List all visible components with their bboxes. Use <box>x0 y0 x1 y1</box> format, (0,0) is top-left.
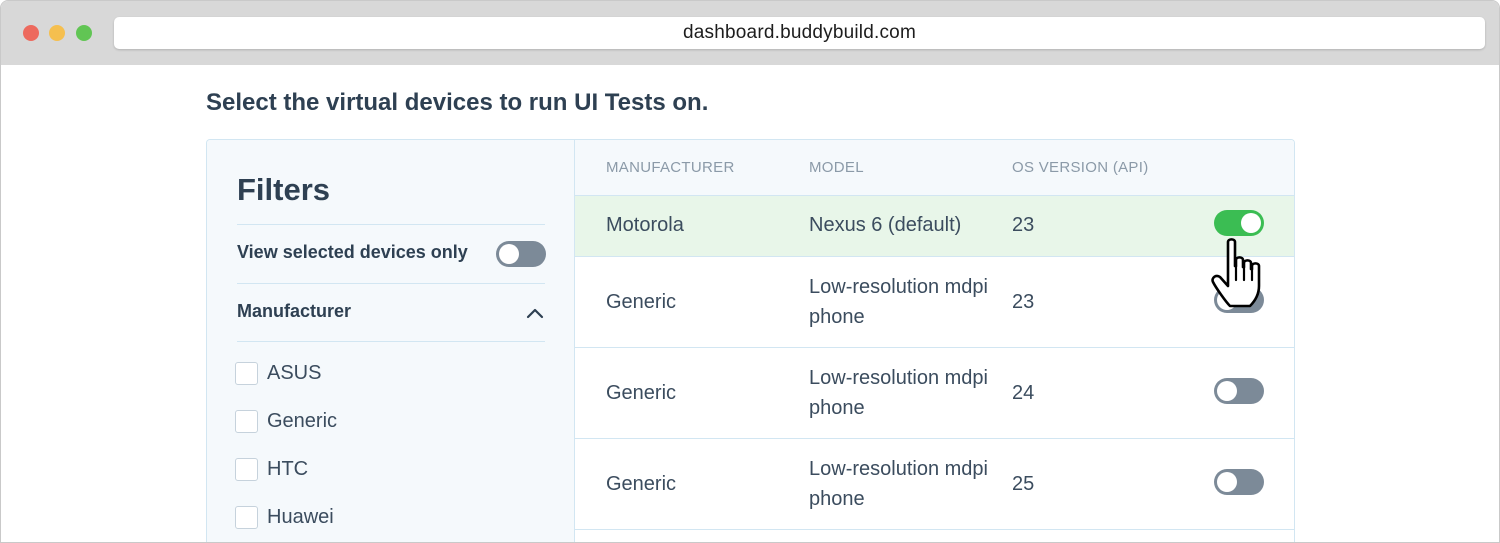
cell-manufacturer: Generic <box>606 382 677 404</box>
table-row[interactable]: Generic Low-resolution mdpi phone 24 <box>575 348 1294 439</box>
checkbox[interactable] <box>235 362 258 385</box>
manufacturer-filter-htc[interactable]: HTC <box>235 458 308 481</box>
checkbox[interactable] <box>235 458 258 481</box>
browser-titlebar: dashboard.buddybuild.com <box>1 1 1499 65</box>
checkbox[interactable] <box>235 410 258 433</box>
close-window-button[interactable] <box>23 25 39 41</box>
cell-os-version: 24 <box>1012 382 1035 404</box>
cell-os-version: 23 <box>1012 291 1035 313</box>
table-row[interactable] <box>575 530 1294 542</box>
toggle-knob <box>1217 381 1237 401</box>
device-enabled-toggle[interactable] <box>1214 210 1264 236</box>
toggle-knob <box>1241 213 1261 233</box>
toggle-knob <box>1217 472 1237 492</box>
table-header: MANUFACTURER MODEL OS VERSION (API) <box>575 140 1294 196</box>
manufacturer-section-label: Manufacturer <box>237 301 352 321</box>
view-selected-only-label: View selected devices only <box>237 242 468 262</box>
manufacturer-filter-huawei[interactable]: Huawei <box>235 506 334 529</box>
column-header-model[interactable]: MODEL <box>809 159 864 176</box>
checkbox-label: ASUS <box>267 362 322 384</box>
page-title: Select the virtual devices to run UI Tes… <box>206 89 709 116</box>
divider <box>237 224 545 225</box>
browser-window: dashboard.buddybuild.com Select the virt… <box>0 0 1500 543</box>
cell-manufacturer: Generic <box>606 291 677 313</box>
filters-sidebar: Filters View selected devices only Manuf… <box>207 140 575 542</box>
manufacturer-filter-generic[interactable]: Generic <box>235 410 337 433</box>
cell-model: Low-resolution mdpi phone <box>809 367 988 419</box>
device-selection-panel: Filters View selected devices only Manuf… <box>206 139 1295 542</box>
cell-os-version: 23 <box>1012 214 1035 236</box>
column-header-manufacturer[interactable]: MANUFACTURER <box>606 159 735 176</box>
checkbox-label: Generic <box>267 410 338 432</box>
device-enabled-toggle[interactable] <box>1214 469 1264 495</box>
filters-title: Filters <box>237 172 331 207</box>
address-bar[interactable]: dashboard.buddybuild.com <box>114 17 1485 49</box>
device-enabled-toggle[interactable] <box>1214 378 1264 404</box>
checkbox-label: HTC <box>267 458 309 480</box>
column-header-os-version[interactable]: OS VERSION (API) <box>1012 159 1149 176</box>
table-row[interactable]: Motorola Nexus 6 (default) 23 <box>575 196 1294 257</box>
cell-os-version: 25 <box>1012 473 1035 495</box>
cell-manufacturer: Motorola <box>606 214 684 236</box>
hand-pointer-icon <box>1211 238 1261 308</box>
divider <box>237 341 545 342</box>
checkbox[interactable] <box>235 506 258 529</box>
cell-model: Low-resolution mdpi phone <box>809 458 988 510</box>
maximize-window-button[interactable] <box>76 25 92 41</box>
cell-model: Low-resolution mdpi phone <box>809 276 988 328</box>
manufacturer-filter-asus[interactable]: ASUS <box>235 362 321 385</box>
minimize-window-button[interactable] <box>49 25 65 41</box>
devices-table: MANUFACTURER MODEL OS VERSION (API) Moto… <box>575 140 1294 542</box>
cell-manufacturer: Generic <box>606 473 677 495</box>
table-row[interactable]: Generic Low-resolution mdpi phone 23 <box>575 257 1294 348</box>
view-selected-only-toggle[interactable] <box>496 241 546 267</box>
chevron-up-icon[interactable] <box>525 303 545 323</box>
checkbox-label: Huawei <box>267 506 334 528</box>
divider <box>237 283 545 284</box>
cell-model: Nexus 6 (default) <box>809 214 962 236</box>
toggle-knob <box>499 244 519 264</box>
table-row[interactable]: Generic Low-resolution mdpi phone 25 <box>575 439 1294 530</box>
